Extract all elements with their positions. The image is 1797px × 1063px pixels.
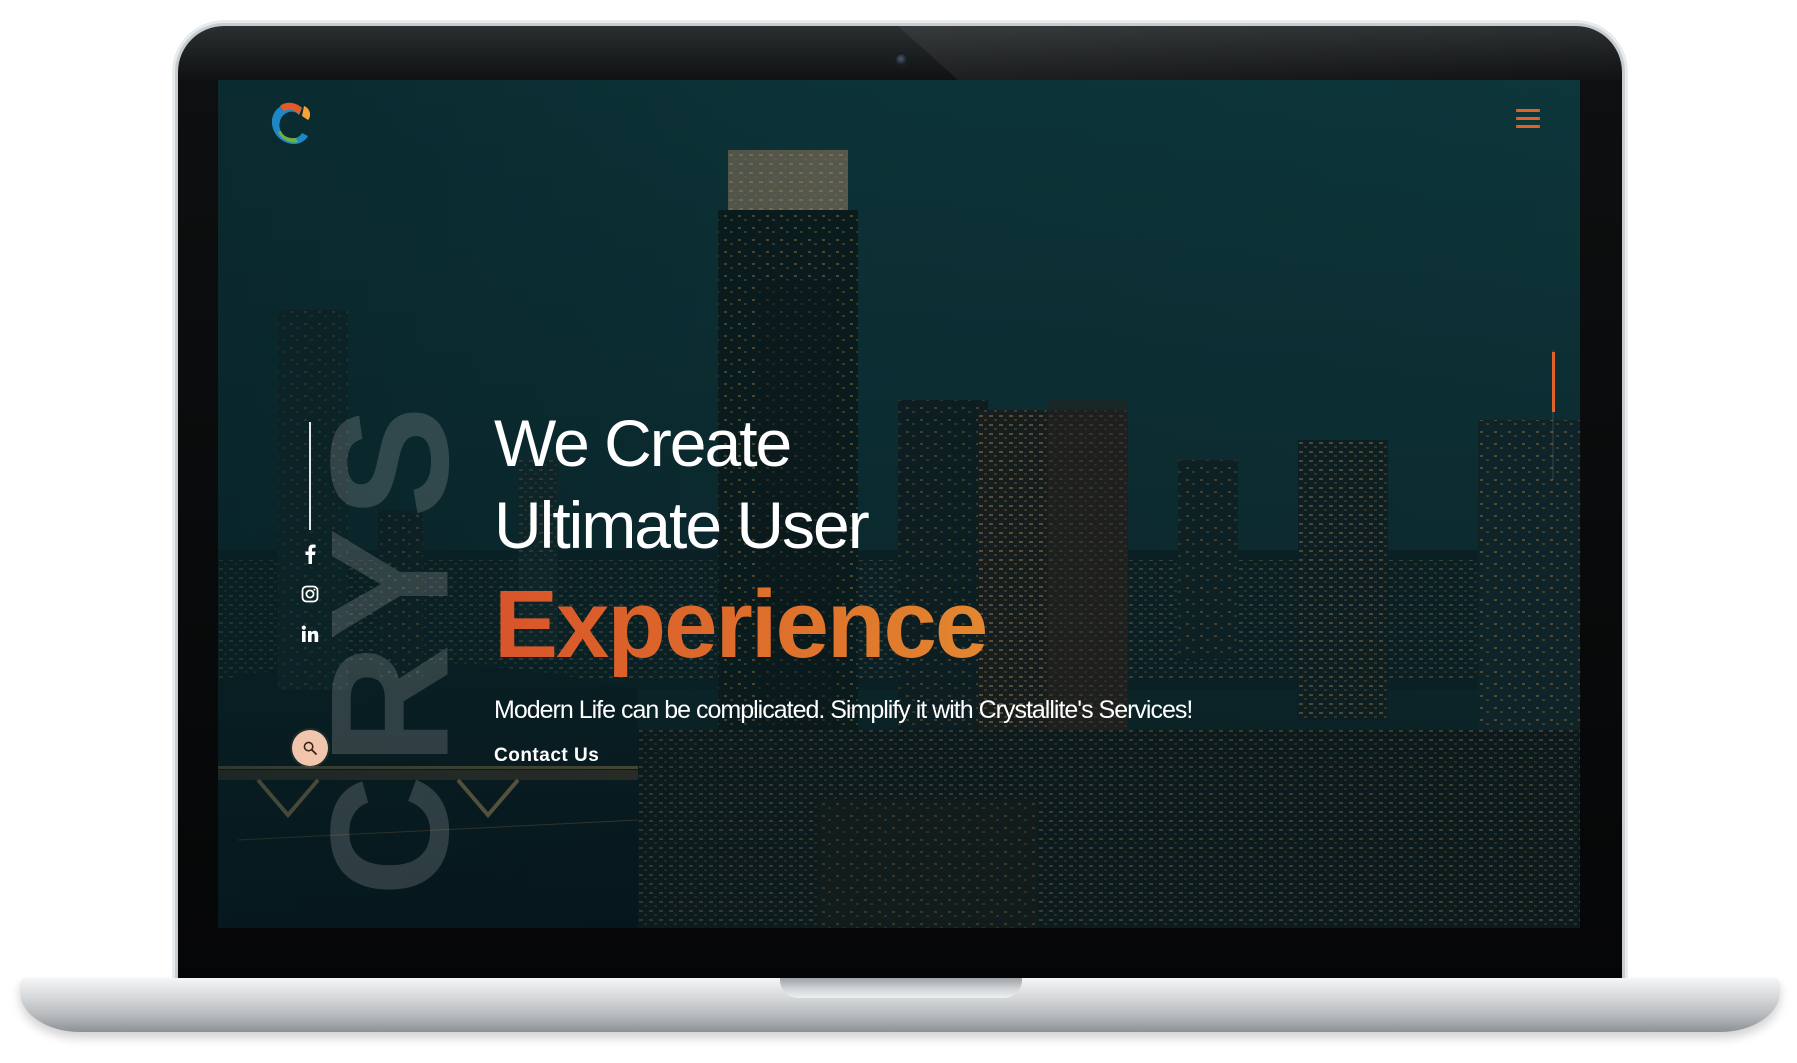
contact-us-link[interactable]: Contact Us (494, 745, 599, 767)
social-divider-line (309, 422, 311, 530)
bezel-glare (898, 26, 1648, 80)
search-icon (303, 741, 317, 755)
search-button[interactable] (292, 730, 328, 766)
device-mockup: CRYS We Create Ultimate User Experience … (0, 0, 1797, 1063)
website-screen: CRYS We Create Ultimate User Experience … (218, 80, 1580, 928)
instagram-icon[interactable] (298, 582, 322, 606)
hero-headline-line-2: Ultimate User (494, 488, 870, 562)
vertical-brand-text: CRYS (295, 395, 484, 897)
linkedin-icon[interactable] (298, 622, 322, 646)
laptop-base-notch (780, 978, 1022, 998)
webcam (896, 54, 908, 66)
facebook-icon[interactable] (298, 542, 322, 566)
hero-headline-accent: Experience (494, 570, 1192, 680)
hamburger-menu-icon[interactable] (1510, 100, 1546, 136)
crystallite-c-logo-icon[interactable] (266, 98, 314, 150)
hero-subtitle: Modern Life can be complicated. Simplify… (494, 696, 1193, 724)
hero-section: We Create Ultimate User Experience Moder… (494, 402, 1193, 767)
scroll-indicator-thumb[interactable] (1552, 352, 1555, 412)
hero-headline-line-1: We Create (494, 406, 792, 480)
